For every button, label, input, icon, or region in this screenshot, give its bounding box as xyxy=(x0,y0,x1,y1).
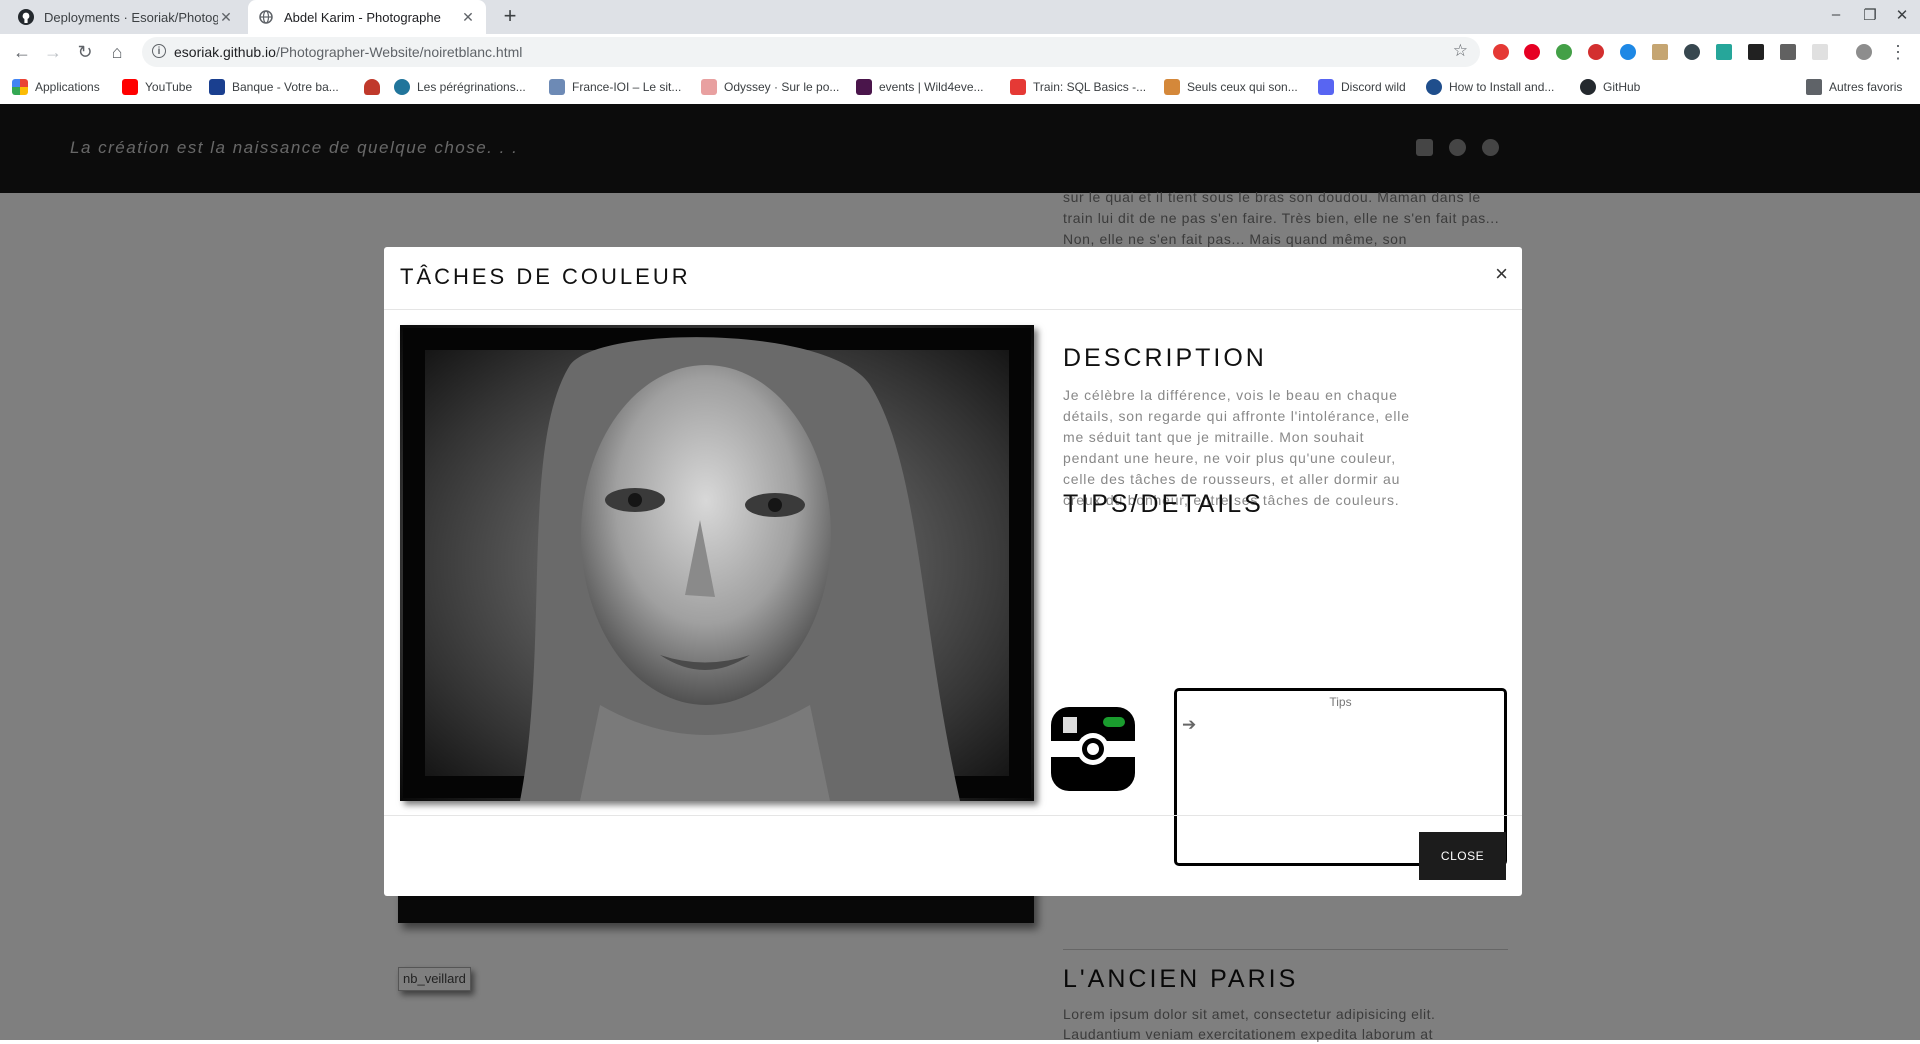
bookmark-label: Discord wild xyxy=(1341,80,1406,94)
bookmark-label: GitHub xyxy=(1603,80,1641,94)
adblock-icon[interactable] xyxy=(1588,44,1604,60)
url-host: esoriak.github.io xyxy=(174,44,276,60)
photo-modal: TÂCHES DE COULEUR × DESCRIPTION Je célèb… xyxy=(384,247,1522,896)
menu-icon[interactable]: ⋮ xyxy=(1888,42,1908,62)
close-icon[interactable]: × xyxy=(1495,263,1508,285)
tips-heading: TIPS/DETAILS xyxy=(1063,490,1264,518)
minimize-icon[interactable]: – xyxy=(1824,6,1848,23)
bookmark-item[interactable]: Seuls ceux qui son... xyxy=(1164,77,1298,97)
bookmark-item[interactable]: Discord wild xyxy=(1318,77,1406,97)
tab-title: Deployments · Esoriak/Photographer xyxy=(44,9,218,25)
bookmark-item[interactable]: YouTube xyxy=(122,77,192,97)
url-text: esoriak.github.io/Photographer-Website/n… xyxy=(174,44,522,60)
extension-icon[interactable] xyxy=(1556,44,1572,60)
arrow-right-icon[interactable]: ➔ xyxy=(1182,715,1196,735)
bookmark-item[interactable]: events | Wild4eve... xyxy=(856,77,984,97)
slack-icon xyxy=(856,79,872,95)
bookmark-label: Seuls ceux qui son... xyxy=(1187,80,1298,94)
restore-icon[interactable]: ❐ xyxy=(1858,6,1882,24)
wordpress-icon xyxy=(394,79,410,95)
extension-icon[interactable] xyxy=(1716,44,1732,60)
bookmarks-bar: Applications YouTube Banque - Votre ba..… xyxy=(0,70,1920,105)
back-icon[interactable]: ← xyxy=(12,42,32,62)
heart-icon xyxy=(364,79,380,95)
site-info-icon[interactable]: i xyxy=(152,44,166,58)
bookmark-item[interactable] xyxy=(364,77,387,97)
window-close-icon[interactable]: ✕ xyxy=(1890,6,1914,24)
tips-label: Tips xyxy=(1329,695,1352,709)
bookmark-favicon xyxy=(1164,79,1180,95)
bookmark-label: Applications xyxy=(35,80,100,94)
tab-title: Abdel Karim - Photographe xyxy=(284,9,441,25)
bookmark-label: events | Wild4eve... xyxy=(879,80,984,94)
bookmark-item[interactable]: Applications xyxy=(12,77,100,97)
bank-icon xyxy=(209,79,225,95)
divider xyxy=(384,815,1522,816)
url-path: /Photographer-Website/noiretblanc.html xyxy=(275,44,523,60)
bookmark-star-icon[interactable]: ☆ xyxy=(1453,41,1468,61)
bookmark-item[interactable]: Les pérégrinations... xyxy=(394,77,526,97)
portrait-photo xyxy=(400,325,1034,801)
browser-toolbar: ← → ↻ ⌂ i esoriak.github.io/Photographer… xyxy=(0,34,1920,70)
apps-grid-icon xyxy=(12,79,28,95)
bookmark-item[interactable]: France-IOI – Le sit... xyxy=(549,77,681,97)
github-icon xyxy=(18,9,34,25)
close-button[interactable]: CLOSE xyxy=(1419,832,1506,880)
bookmark-item[interactable]: Odyssey · Sur le po... xyxy=(701,77,839,97)
bookmark-item[interactable]: GitHub xyxy=(1580,77,1640,97)
bookmark-label: Autres favoris xyxy=(1829,80,1903,94)
camera-app-icon[interactable] xyxy=(1051,707,1135,791)
modal-title: TÂCHES DE COULEUR xyxy=(400,264,691,289)
bookmark-label: YouTube xyxy=(145,80,193,94)
home-icon[interactable]: ⌂ xyxy=(107,42,127,62)
extension-icon[interactable] xyxy=(1748,44,1764,60)
new-tab-button[interactable]: + xyxy=(498,5,522,29)
globe-icon xyxy=(258,9,274,25)
pinterest-icon[interactable] xyxy=(1524,44,1540,60)
tab-photographe[interactable]: Abdel Karim - Photographe ✕ xyxy=(248,0,486,34)
bookmark-label: Banque - Votre ba... xyxy=(232,80,339,94)
bookmark-label: Train: SQL Basics -... xyxy=(1033,80,1147,94)
bookmark-item[interactable]: Train: SQL Basics -... xyxy=(1010,77,1146,97)
franceioi-icon xyxy=(549,79,565,95)
drop-icon[interactable] xyxy=(1620,44,1636,60)
bookmark-label: Les pérégrinations... xyxy=(417,80,526,94)
extension-icon[interactable] xyxy=(1684,44,1700,60)
bookmark-item[interactable]: Banque - Votre ba... xyxy=(209,77,339,97)
sql-icon xyxy=(1010,79,1026,95)
tab-close-icon[interactable]: ✕ xyxy=(460,9,476,26)
bookmark-label: How to Install and... xyxy=(1449,80,1555,94)
divider xyxy=(384,309,1522,310)
bookmark-label: France-IOI – Le sit... xyxy=(572,80,682,94)
tab-deployments[interactable]: Deployments · Esoriak/Photographer ✕ xyxy=(8,0,244,34)
extension-icon[interactable] xyxy=(1812,44,1828,60)
github-icon xyxy=(1580,79,1596,95)
tab-strip: Deployments · Esoriak/Photographer ✕ Abd… xyxy=(0,0,1920,34)
reload-icon[interactable]: ↻ xyxy=(75,42,95,62)
folder-icon xyxy=(1806,79,1822,95)
extension-icon[interactable] xyxy=(1493,44,1509,60)
address-bar[interactable]: i esoriak.github.io/Photographer-Website… xyxy=(142,37,1480,67)
forward-icon[interactable]: → xyxy=(43,42,63,62)
discord-icon xyxy=(1318,79,1334,95)
bookmark-label: Odyssey · Sur le po... xyxy=(724,80,840,94)
avatar[interactable] xyxy=(1856,44,1872,60)
odyssey-icon xyxy=(701,79,717,95)
description-heading: DESCRIPTION xyxy=(1063,344,1267,372)
youtube-icon xyxy=(122,79,138,95)
extension-icon[interactable] xyxy=(1652,44,1668,60)
tab-close-icon[interactable]: ✕ xyxy=(218,9,234,26)
extension-icon[interactable] xyxy=(1780,44,1796,60)
bookmark-item[interactable]: How to Install and... xyxy=(1426,77,1554,97)
bookmark-favicon xyxy=(1426,79,1442,95)
other-bookmarks[interactable]: Autres favoris xyxy=(1806,77,1902,97)
